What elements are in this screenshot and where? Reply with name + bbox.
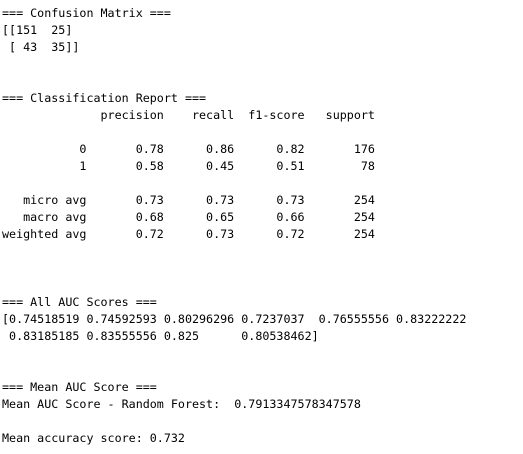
classification-report-header: === Classification Report === (2, 91, 207, 105)
report-row-macro-avg: macro avg 0.68 0.65 0.66 254 (2, 210, 375, 224)
report-row-class-1: 1 0.58 0.45 0.51 78 (2, 159, 375, 173)
confusion-matrix-header: === Confusion Matrix === (2, 6, 171, 20)
report-row-micro-avg: micro avg 0.73 0.73 0.73 254 (2, 193, 375, 207)
report-column-headers: precision recall f1-score support (2, 108, 375, 122)
auc-scores-row-1: [0.74518519 0.74592593 0.80296296 0.7237… (2, 312, 467, 326)
auc-scores-header: === All AUC Scores === (2, 295, 157, 309)
mean-accuracy-value: Mean accuracy score: 0.732 (2, 431, 185, 445)
mean-auc-value: Mean AUC Score - Random Forest: 0.791334… (2, 397, 361, 411)
confusion-matrix-row-2: [ 43 35]] (2, 40, 80, 54)
report-row-class-0: 0 0.78 0.86 0.82 176 (2, 142, 375, 156)
console-output: === Confusion Matrix === [[151 25] [ 43 … (2, 5, 521, 450)
auc-scores-row-2: 0.83185185 0.83555556 0.825 0.80538462] (2, 329, 319, 343)
confusion-matrix-row-1: [[151 25] (2, 23, 73, 37)
mean-auc-header: === Mean AUC Score === (2, 380, 157, 394)
report-row-weighted-avg: weighted avg 0.72 0.73 0.72 254 (2, 227, 375, 241)
